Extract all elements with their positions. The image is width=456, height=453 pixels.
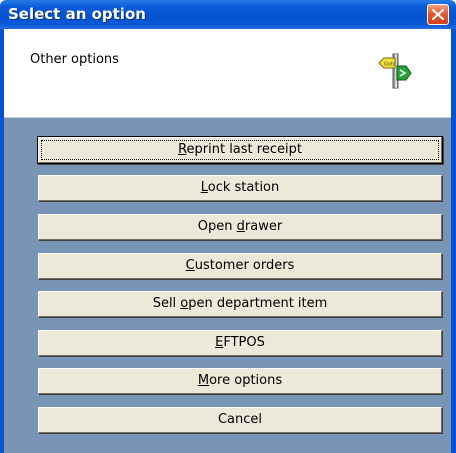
button-accelerator: R [178,142,187,157]
open-drawer-button[interactable]: Open drawer [38,214,442,240]
more-options-button[interactable]: More options [38,368,442,394]
button-accelerator: L [200,180,208,195]
button-label: Cancel [217,412,263,427]
button-label: ustomer orders [194,258,295,273]
close-x-icon [432,9,444,20]
signpost-sign-text: Goto [384,62,396,68]
button-label: eprint last receipt [186,142,302,157]
button-label: ore options [209,373,283,388]
select-option-dialog: Select an option Other options Goto Repr… [0,0,456,453]
eftpos-button[interactable]: EFTPOS [38,330,442,356]
cancel-button[interactable]: Cancel [38,407,442,433]
button-accelerator: C [185,258,195,273]
button-label: ock station [207,180,280,195]
button-accelerator: M [197,373,210,388]
dialog-title: Select an option [8,5,146,23]
button-label: FTPOS [223,335,265,350]
window-frame-right [451,29,456,453]
button-label: Open [197,219,237,234]
title-bar[interactable]: Select an option [0,0,456,29]
button-label: pen department item [188,296,328,311]
button-label: Sell [152,296,181,311]
lock-station-button[interactable]: Lock station [38,175,442,201]
header-label: Other options [30,52,119,67]
signpost-icon: Goto [378,53,412,89]
button-label: rawer [244,219,283,234]
customer-orders-button[interactable]: Customer orders [38,253,442,279]
sell-open-department-item-button[interactable]: Sell open department item [38,291,442,317]
reprint-last-receipt-button[interactable]: Reprint last receipt [38,137,442,163]
close-button[interactable] [427,4,449,25]
button-accelerator: d [236,219,245,234]
options-panel: Reprint last receipt Lock station Open d… [4,117,451,453]
